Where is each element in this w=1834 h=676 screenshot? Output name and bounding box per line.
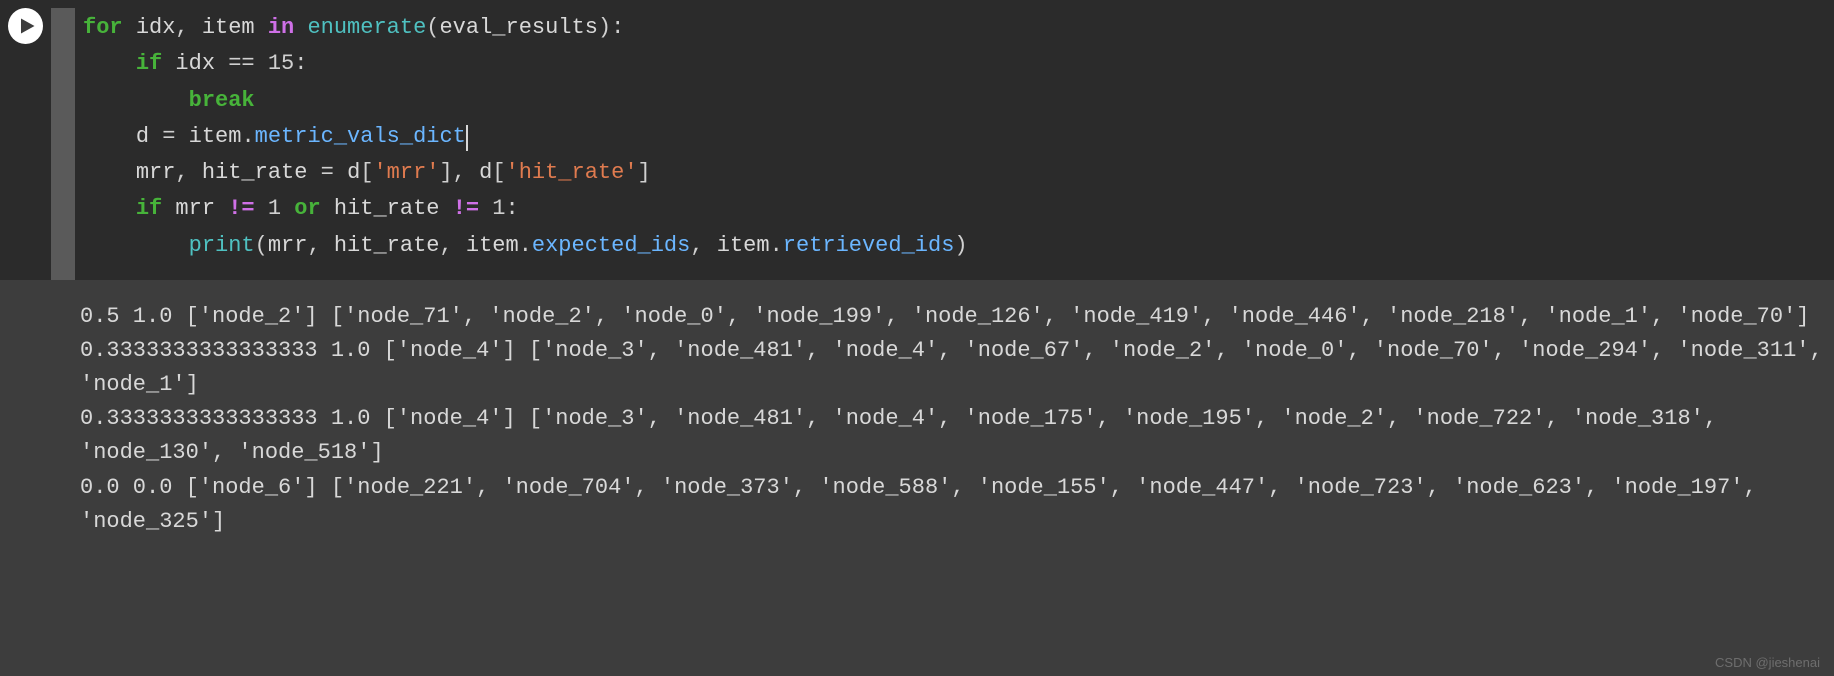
code-token: 1 — [268, 196, 294, 221]
watermark: CSDN @jieshenai — [1715, 655, 1820, 670]
code-token: , — [307, 233, 333, 258]
code-token: if — [136, 196, 176, 221]
code-token: , — [690, 233, 716, 258]
text-cursor — [466, 125, 468, 151]
code-token: : — [506, 196, 519, 221]
run-cell-button[interactable] — [8, 8, 43, 44]
code-token: mrr — [136, 160, 176, 185]
code-token: idx — [175, 51, 228, 76]
code-token: [ — [492, 160, 505, 185]
code-token: d — [136, 124, 162, 149]
code-token: = — [321, 160, 347, 185]
code-token: 'mrr' — [373, 160, 439, 185]
code-token: item — [202, 15, 268, 40]
code-token: d — [479, 160, 492, 185]
code-token: d — [347, 160, 360, 185]
code-token: ): — [598, 15, 624, 40]
code-line[interactable]: for idx, item in enumerate(eval_results)… — [83, 10, 1834, 46]
code-editor[interactable]: for idx, item in enumerate(eval_results)… — [75, 0, 1834, 280]
code-token: retrieved_ids — [783, 233, 955, 258]
code-token: mrr — [268, 233, 308, 258]
code-token: [ — [360, 160, 373, 185]
code-token: != — [453, 196, 493, 221]
code-token: item — [717, 233, 770, 258]
gutter-strip — [51, 8, 75, 280]
code-token: . — [241, 124, 254, 149]
code-token: metric_vals_dict — [255, 124, 466, 149]
code-token: , — [439, 233, 465, 258]
code-token: ( — [426, 15, 439, 40]
code-token: break — [189, 88, 255, 113]
code-token: ], — [439, 160, 479, 185]
code-line[interactable]: mrr, hit_rate = d['mrr'], d['hit_rate'] — [83, 155, 1834, 191]
code-token: enumerate — [307, 15, 426, 40]
code-token: item — [466, 233, 519, 258]
output-line: 0.3333333333333333 1.0 ['node_4'] ['node… — [80, 334, 1834, 402]
code-token: if — [136, 51, 176, 76]
code-token: ) — [954, 233, 967, 258]
code-token: idx — [136, 15, 176, 40]
output-line: 0.3333333333333333 1.0 ['node_4'] ['node… — [80, 402, 1834, 470]
output-line: 0.5 1.0 ['node_2'] ['node_71', 'node_2',… — [80, 300, 1834, 334]
play-icon — [18, 17, 36, 35]
code-token: : — [294, 51, 307, 76]
cell-output: 0.5 1.0 ['node_2'] ['node_71', 'node_2',… — [0, 280, 1834, 549]
code-token: hit_rate — [334, 233, 440, 258]
code-token: , — [175, 15, 201, 40]
code-token: , — [175, 160, 201, 185]
code-token: ( — [255, 233, 268, 258]
code-token: 'hit_rate' — [506, 160, 638, 185]
code-token: print — [189, 233, 255, 258]
code-line[interactable]: if idx == 15: — [83, 46, 1834, 82]
cell-gutter — [0, 0, 75, 280]
code-token: ] — [638, 160, 651, 185]
code-token: = — [162, 124, 188, 149]
code-token: expected_ids — [532, 233, 690, 258]
code-line[interactable]: d = item.metric_vals_dict — [83, 119, 1834, 155]
code-line[interactable]: print(mrr, hit_rate, item.expected_ids, … — [83, 228, 1834, 264]
code-token: . — [770, 233, 783, 258]
code-token: == — [228, 51, 268, 76]
code-line[interactable]: break — [83, 83, 1834, 119]
code-token: item — [189, 124, 242, 149]
code-line[interactable]: if mrr != 1 or hit_rate != 1: — [83, 191, 1834, 227]
code-token: hit_rate — [202, 160, 321, 185]
code-token: 1 — [492, 196, 505, 221]
code-token: or — [294, 196, 334, 221]
code-token: != — [228, 196, 268, 221]
output-line: 0.0 0.0 ['node_6'] ['node_221', 'node_70… — [80, 471, 1834, 539]
code-token: mrr — [175, 196, 228, 221]
code-token: eval_results — [439, 15, 597, 40]
code-token: 15 — [268, 51, 294, 76]
code-token: . — [519, 233, 532, 258]
code-cell: for idx, item in enumerate(eval_results)… — [0, 0, 1834, 280]
code-token: for — [83, 15, 136, 40]
code-token: in — [268, 15, 308, 40]
code-token: hit_rate — [334, 196, 453, 221]
